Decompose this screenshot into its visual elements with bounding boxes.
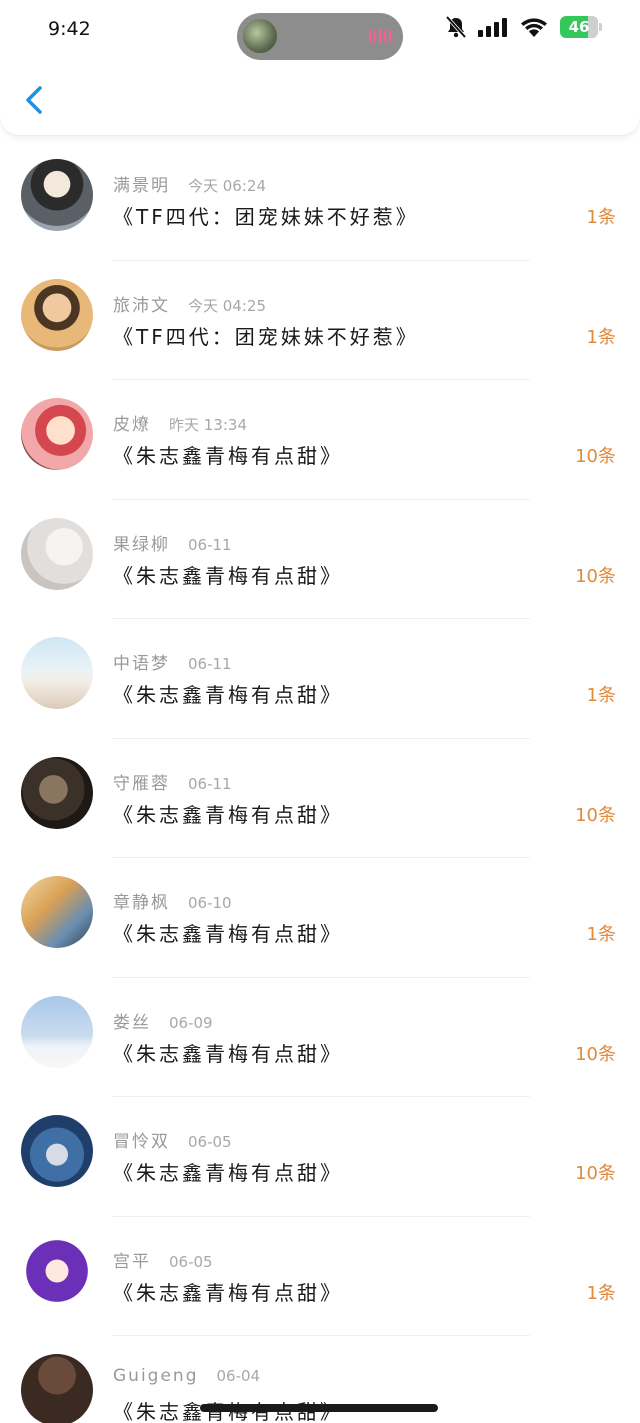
message-date: 今天 06:24 <box>188 177 266 195</box>
sender-name: 守雁蓉 <box>113 773 170 794</box>
message-count: 1条 <box>586 326 616 348</box>
sender-name: 宫平 <box>113 1251 151 1272</box>
sender-name: Guigeng <box>113 1366 199 1386</box>
sender-name: 娄丝 <box>113 1012 151 1033</box>
book-title: 《朱志鑫青梅有点甜》 <box>113 444 343 468</box>
status-icons: 46 <box>446 16 602 38</box>
message-count: 10条 <box>575 1043 616 1065</box>
message-date: 06-05 <box>188 1133 232 1151</box>
message-date: 06-04 <box>216 1367 261 1385</box>
list-item[interactable]: 中语梦 06-11 《朱志鑫青梅有点甜》 1条 <box>0 619 640 739</box>
book-title: 《朱志鑫青梅有点甜》 <box>113 563 343 588</box>
book-title: 《TF四代：团宠妹妹不好惹》 <box>113 324 419 349</box>
avatar[interactable] <box>21 1234 93 1307</box>
list-item[interactable]: 娄丝 06-09 《朱志鑫青梅有点甜》 10条 <box>0 978 640 1098</box>
avatar[interactable] <box>21 995 93 1068</box>
sender-name: 果绿柳 <box>113 534 170 555</box>
list-item[interactable]: 果绿柳 06-11 《朱志鑫青梅有点甜》 10条 <box>0 500 640 620</box>
list-item[interactable]: 冒怜双 06-05 《朱志鑫青梅有点甜》 10条 <box>0 1097 640 1217</box>
message-count: 1条 <box>586 685 616 706</box>
message-date: 06-11 <box>188 655 232 673</box>
signal-icon <box>478 18 507 37</box>
sender-name: 冒怜双 <box>113 1132 170 1152</box>
back-button[interactable] <box>18 80 54 120</box>
message-date: 今天 04:25 <box>188 296 266 315</box>
avatar[interactable] <box>21 398 93 470</box>
message-count: 1条 <box>586 207 616 228</box>
avatar[interactable] <box>21 278 93 351</box>
message-date: 06-11 <box>188 774 232 793</box>
book-title: 《TF四代：团宠妹妹不好惹》 <box>113 205 419 229</box>
list-item[interactable]: 宫平 06-05 《朱志鑫青梅有点甜》 1条 <box>0 1217 640 1337</box>
sender-name: 皮燎 <box>113 415 151 435</box>
home-indicator[interactable] <box>200 1404 438 1412</box>
message-count: 10条 <box>575 1163 616 1184</box>
bell-slash-icon <box>446 16 466 38</box>
status-bar: 9:42 46 <box>0 0 640 60</box>
navigation-bar <box>0 60 640 136</box>
message-count: 1条 <box>586 924 616 945</box>
avatar[interactable] <box>21 517 93 590</box>
avatar[interactable] <box>21 756 93 829</box>
avatar[interactable] <box>21 876 93 948</box>
sender-name: 满景明 <box>113 176 170 196</box>
book-title: 《朱志鑫青梅有点甜》 <box>113 1280 343 1305</box>
message-date: 昨天 13:34 <box>169 416 247 434</box>
avatar[interactable] <box>21 1354 93 1423</box>
now-playing-artwork <box>243 19 277 53</box>
battery-level: 46 <box>568 18 590 36</box>
status-time: 9:42 <box>48 18 91 40</box>
book-title: 《朱志鑫青梅有点甜》 <box>113 1041 343 1066</box>
message-count: 10条 <box>575 446 616 467</box>
wifi-icon <box>521 18 547 37</box>
message-date: 06-09 <box>169 1013 213 1032</box>
book-title: 《朱志鑫青梅有点甜》 <box>113 683 343 707</box>
avatar[interactable] <box>21 1115 93 1187</box>
book-title: 《朱志鑫青梅有点甜》 <box>113 922 343 946</box>
book-title: 《朱志鑫青梅有点甜》 <box>113 802 343 827</box>
dynamic-island[interactable] <box>237 13 403 60</box>
sender-name: 章静枫 <box>113 893 170 913</box>
list-item[interactable]: 皮燎 昨天 13:34 《朱志鑫青梅有点甜》 10条 <box>0 380 640 500</box>
message-date: 06-10 <box>188 894 232 912</box>
message-list: 满景明 今天 06:24 《TF四代：团宠妹妹不好惹》 1条 旅沛文 今天 04:2… <box>0 141 640 1423</box>
book-title: 《朱志鑫青梅有点甜》 <box>113 1161 343 1185</box>
sender-name: 中语梦 <box>113 654 170 674</box>
avatar[interactable] <box>21 159 93 231</box>
battery-icon: 46 <box>560 16 602 38</box>
sender-name: 旅沛文 <box>113 295 170 316</box>
message-date: 06-11 <box>188 535 232 554</box>
message-count: 1条 <box>586 1282 616 1304</box>
list-item[interactable]: 章静枫 06-10 《朱志鑫青梅有点甜》 1条 <box>0 858 640 978</box>
chevron-left-icon <box>26 86 42 114</box>
message-date: 06-05 <box>169 1252 213 1271</box>
list-item[interactable]: 守雁蓉 06-11 《朱志鑫青梅有点甜》 10条 <box>0 739 640 859</box>
avatar[interactable] <box>21 637 93 709</box>
audio-wave-icon <box>369 29 391 43</box>
message-count: 10条 <box>575 804 616 826</box>
list-item[interactable]: 满景明 今天 06:24 《TF四代：团宠妹妹不好惹》 1条 <box>0 141 640 261</box>
message-count: 10条 <box>575 565 616 587</box>
list-item[interactable]: 旅沛文 今天 04:25 《TF四代：团宠妹妹不好惹》 1条 <box>0 261 640 381</box>
